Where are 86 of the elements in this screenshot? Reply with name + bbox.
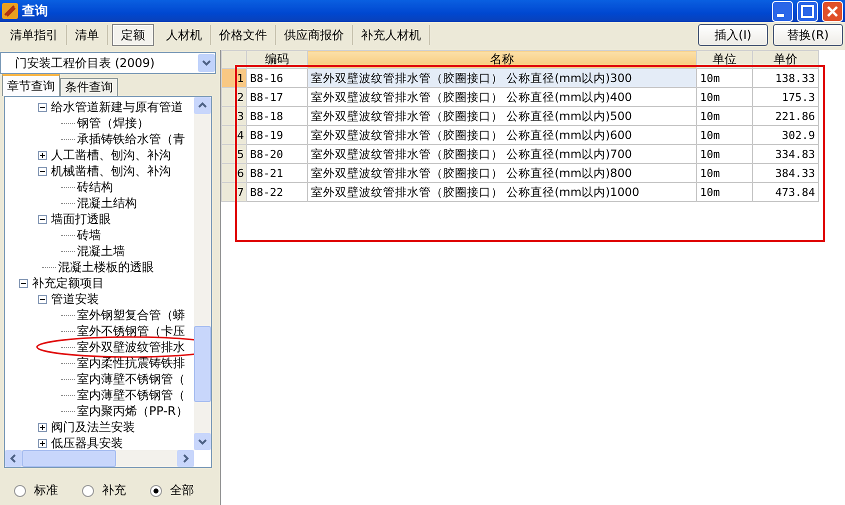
- table-cell: 10m: [696, 182, 752, 202]
- insert-button[interactable]: 插入(I): [698, 24, 768, 46]
- tree-item[interactable]: 承插铸铁给水管（青: [77, 130, 185, 148]
- tab[interactable]: 补充人材机: [353, 25, 430, 45]
- table-cell: 10m: [696, 126, 752, 144]
- tree-item[interactable]: 室内聚丙烯（PP-R）: [77, 402, 188, 420]
- table-cell: B8-16: [246, 68, 308, 88]
- tree-item[interactable]: 室内薄壁不锈钢管（: [77, 386, 185, 404]
- table-cell: 473.84: [752, 182, 818, 202]
- tab[interactable]: 价格文件: [211, 25, 276, 45]
- tab[interactable]: 定额: [112, 24, 154, 46]
- tab[interactable]: 人材机: [158, 25, 211, 45]
- tree-item[interactable]: 低压器具安装: [51, 434, 123, 450]
- table-cell: 室外双壁波纹管排水管（胶圈接口） 公称直径(mm以内)300: [308, 68, 696, 88]
- table-cell: 10m: [696, 106, 752, 126]
- table-cell: 室外双壁波纹管排水管（胶圈接口） 公称直径(mm以内)600: [308, 126, 696, 144]
- collapse-icon[interactable]: [38, 214, 47, 224]
- tree-item[interactable]: 给水管道新建与原有管道: [51, 98, 183, 116]
- table-cell: 175.3: [752, 88, 818, 106]
- tree-item[interactable]: 管道安装: [51, 290, 99, 308]
- table-cell: 334.83: [752, 144, 818, 164]
- radio-label: 全部: [170, 482, 194, 499]
- table-cell: 302.9: [752, 126, 818, 144]
- tree-item[interactable]: 人工凿槽、刨沟、补沟: [51, 146, 171, 164]
- collapse-icon[interactable]: [38, 166, 47, 176]
- scroll-left-icon[interactable]: [5, 450, 22, 467]
- table-cell: 138.33: [752, 68, 818, 88]
- tab[interactable]: 清单: [67, 25, 108, 45]
- radio-button[interactable]: [14, 484, 26, 496]
- scroll-right-icon[interactable]: [177, 450, 194, 467]
- table-cell: B8-22: [246, 182, 308, 202]
- tree-item[interactable]: 室外不锈钢管（卡压: [77, 322, 185, 340]
- radio-label: 标准: [34, 482, 58, 499]
- table-cell: 10m: [696, 68, 752, 88]
- scroll-up-icon[interactable]: [194, 97, 211, 114]
- scroll-thumb[interactable]: [22, 450, 116, 467]
- table-cell: 221.86: [752, 106, 818, 126]
- tree-item[interactable]: 砖墙: [77, 226, 101, 244]
- table-cell: 10m: [696, 144, 752, 164]
- tree-item[interactable]: 混凝土楼板的透眼: [58, 258, 154, 276]
- minimize-button[interactable]: [772, 0, 793, 22]
- tree-item[interactable]: 混凝土墙: [77, 242, 125, 260]
- tree-item[interactable]: 阀门及法兰安装: [51, 418, 135, 436]
- table-cell: 室外双壁波纹管排水管（胶圈接口） 公称直径(mm以内)1000: [308, 182, 696, 202]
- radio-label: 补充: [102, 482, 126, 499]
- tree-item[interactable]: 墙面打透眼: [51, 210, 111, 228]
- tree-item[interactable]: 室外钢塑复合管（蟒: [77, 306, 185, 324]
- close-button[interactable]: [822, 0, 843, 22]
- table-cell: 室外双壁波纹管排水管（胶圈接口） 公称直径(mm以内)800: [308, 164, 696, 182]
- window-title: 查询: [22, 3, 49, 20]
- table-cell: B8-19: [246, 126, 308, 144]
- tree-item[interactable]: 机械凿槽、刨沟、补沟: [51, 162, 171, 180]
- collapse-icon[interactable]: [38, 102, 47, 112]
- app-icon: [2, 3, 18, 19]
- table-cell: 384.33: [752, 164, 818, 182]
- tab[interactable]: 清单指引: [2, 25, 67, 45]
- table-cell: B8-21: [246, 164, 308, 182]
- tab[interactable]: 条件查询: [60, 78, 118, 96]
- table-cell: 室外双壁波纹管排水管（胶圈接口） 公称直径(mm以内)500: [308, 106, 696, 126]
- table-cell: B8-18: [246, 106, 308, 126]
- scroll-down-icon[interactable]: [194, 433, 211, 450]
- maximize-button[interactable]: [797, 0, 818, 22]
- tree-item[interactable]: 钢管（焊接）: [77, 114, 149, 132]
- replace-button[interactable]: 替换(R): [773, 24, 843, 46]
- tab[interactable]: 章节查询: [2, 74, 60, 96]
- collapse-icon[interactable]: [38, 294, 47, 304]
- expand-icon[interactable]: [38, 150, 47, 160]
- table-cell: B8-17: [246, 88, 308, 106]
- tree-item[interactable]: 砖结构: [77, 178, 113, 196]
- table-cell: 室外双壁波纹管排水管（胶圈接口） 公称直径(mm以内)400: [308, 88, 696, 106]
- tab[interactable]: 供应商报价: [276, 25, 353, 45]
- catalog-dropdown[interactable]: 门安装工程价目表 (2009): [0, 52, 216, 74]
- radio-button[interactable]: [150, 484, 162, 496]
- expand-icon[interactable]: [38, 422, 47, 432]
- tree-item[interactable]: 混凝土结构: [77, 194, 137, 212]
- table-cell: 室外双壁波纹管排水管（胶圈接口） 公称直径(mm以内)700: [308, 144, 696, 164]
- table-cell: B8-20: [246, 144, 308, 164]
- tree-item[interactable]: 室内柔性抗震铸铁排: [77, 354, 185, 372]
- expand-icon[interactable]: [38, 438, 47, 448]
- scroll-thumb[interactable]: [194, 326, 211, 402]
- table-cell: 10m: [696, 164, 752, 182]
- collapse-icon[interactable]: [19, 278, 28, 288]
- tree-item[interactable]: 补充定额项目: [32, 274, 104, 292]
- table-cell: 10m: [696, 88, 752, 106]
- tree-item[interactable]: 室内薄壁不锈钢管（: [77, 370, 185, 388]
- radio-button[interactable]: [82, 484, 94, 496]
